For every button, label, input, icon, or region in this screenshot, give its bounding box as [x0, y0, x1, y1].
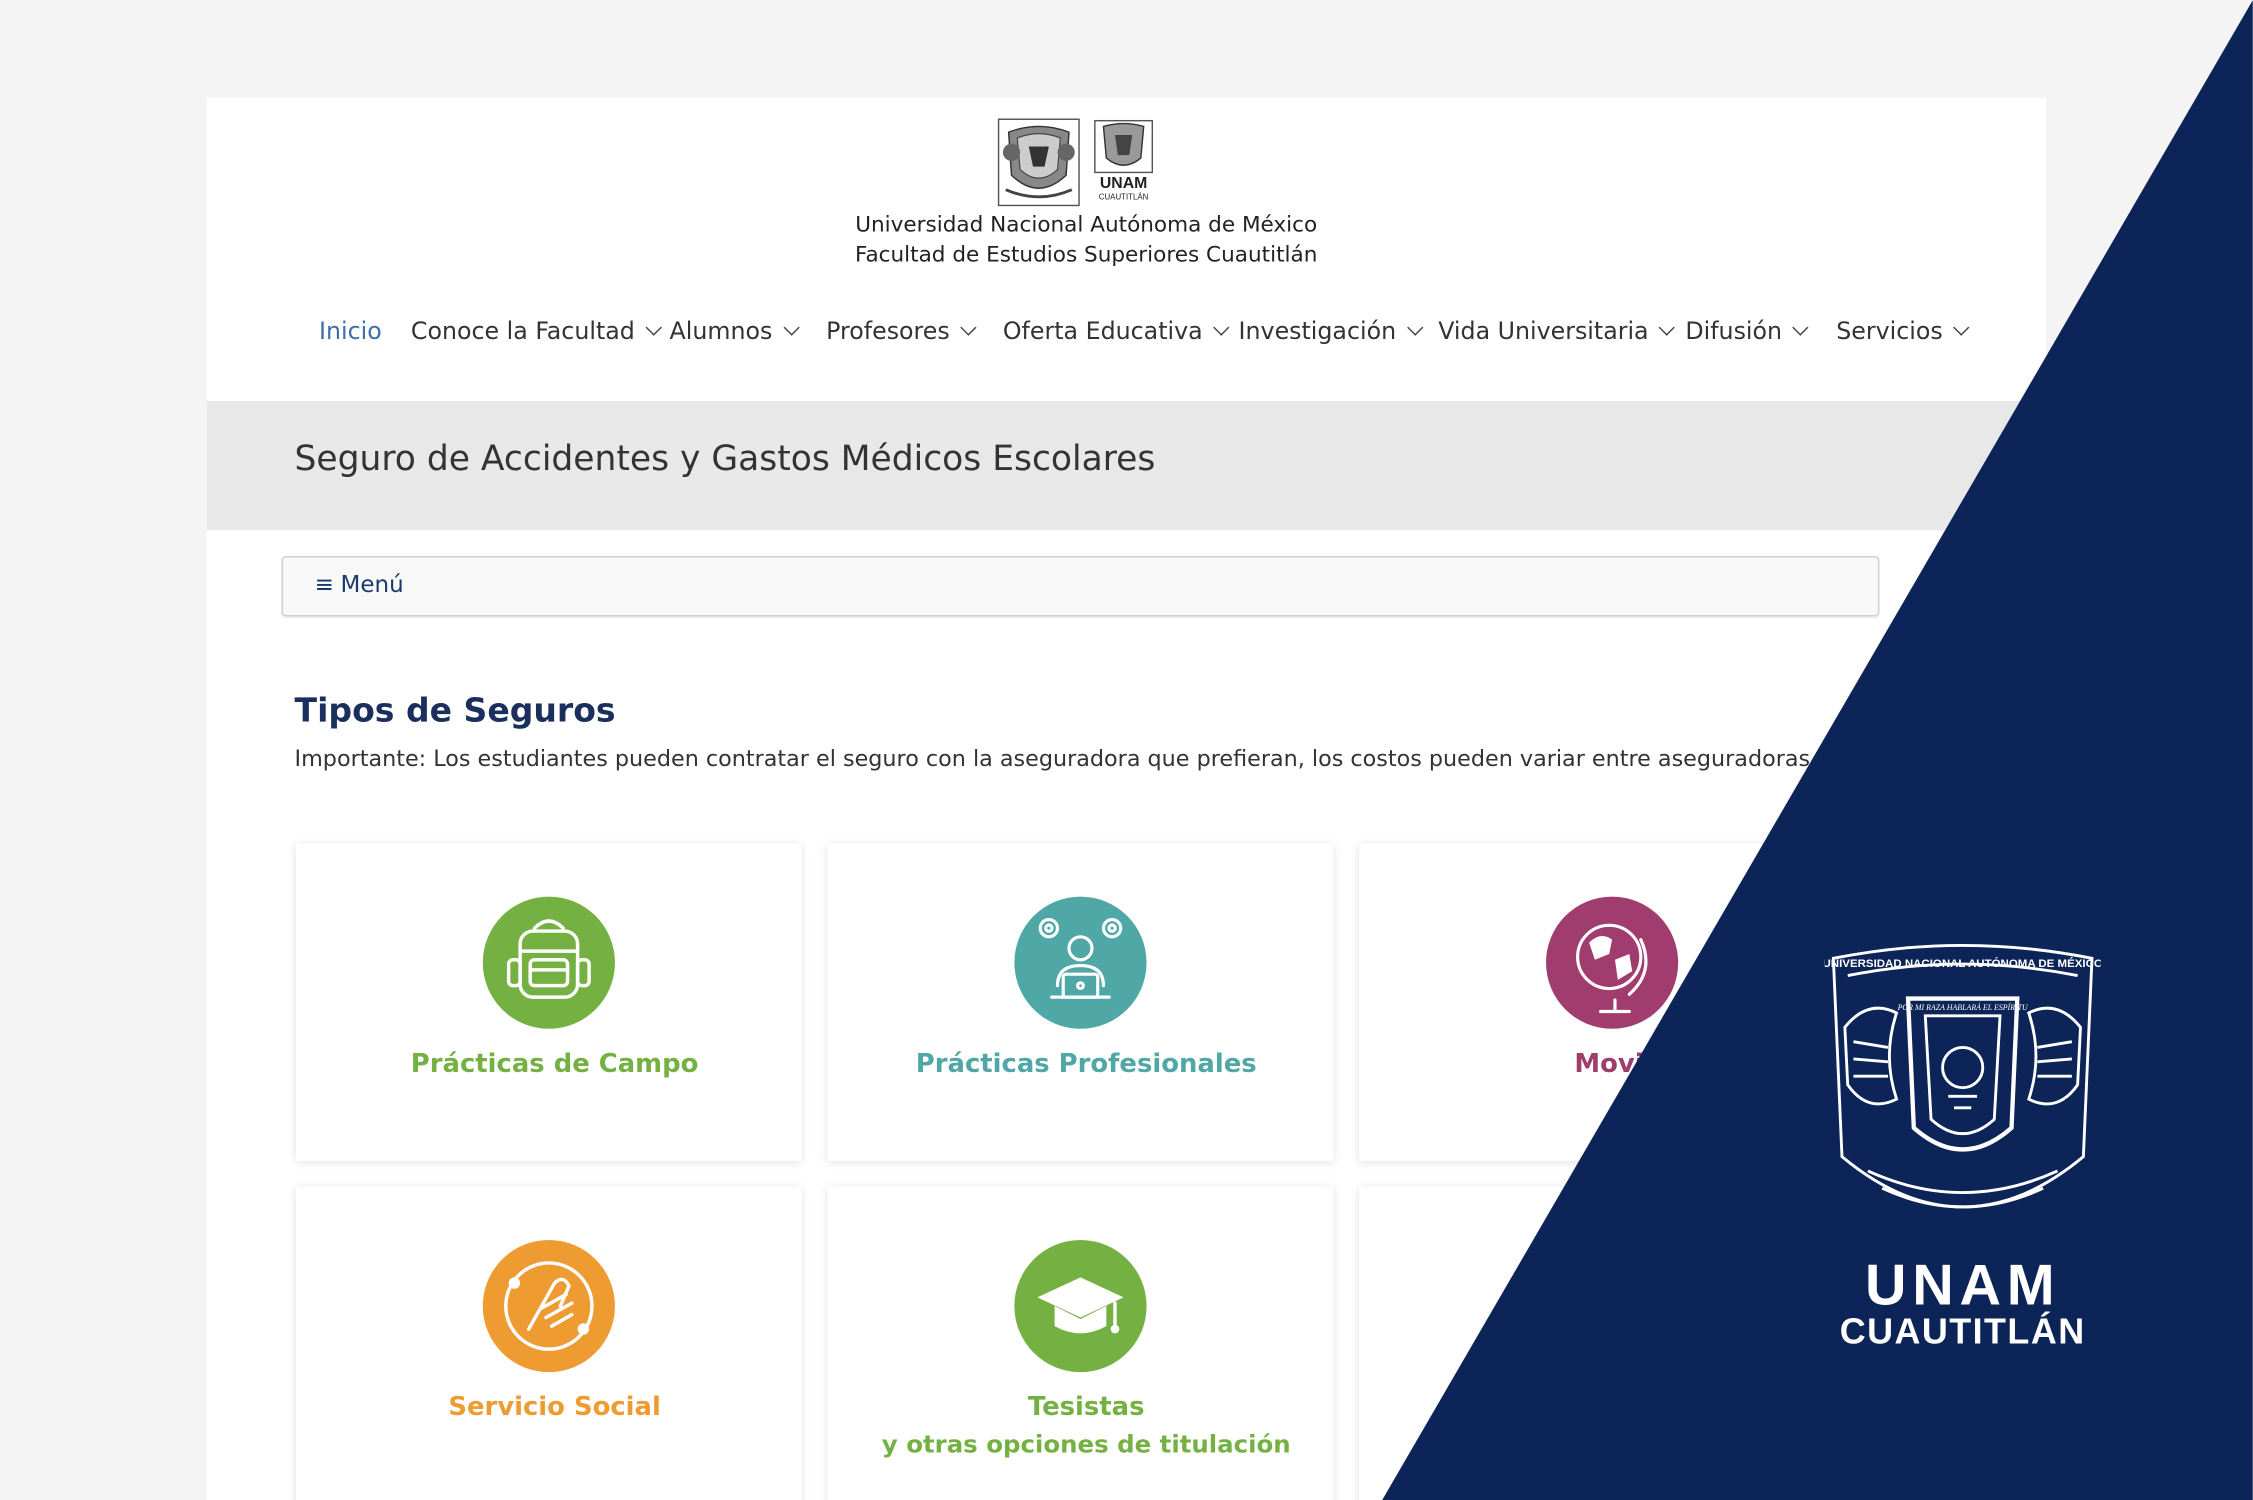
- emblem-university-text: UNIVERSIDAD NACIONAL AUTÓNOMA DE MÉXICO: [1825, 957, 2101, 970]
- unam-emblem-icon: UNIVERSIDAD NACIONAL AUTÓNOMA DE MÉXICO …: [1825, 944, 2101, 1209]
- brand-cuautitlan-text: CUAUTITLÁN: [1839, 1311, 2086, 1353]
- emblem-motto: POR MI RAZA HABLARÁ EL ESPÍRITU: [1897, 1002, 2029, 1012]
- brand-unam-text: UNAM: [1864, 1254, 2061, 1318]
